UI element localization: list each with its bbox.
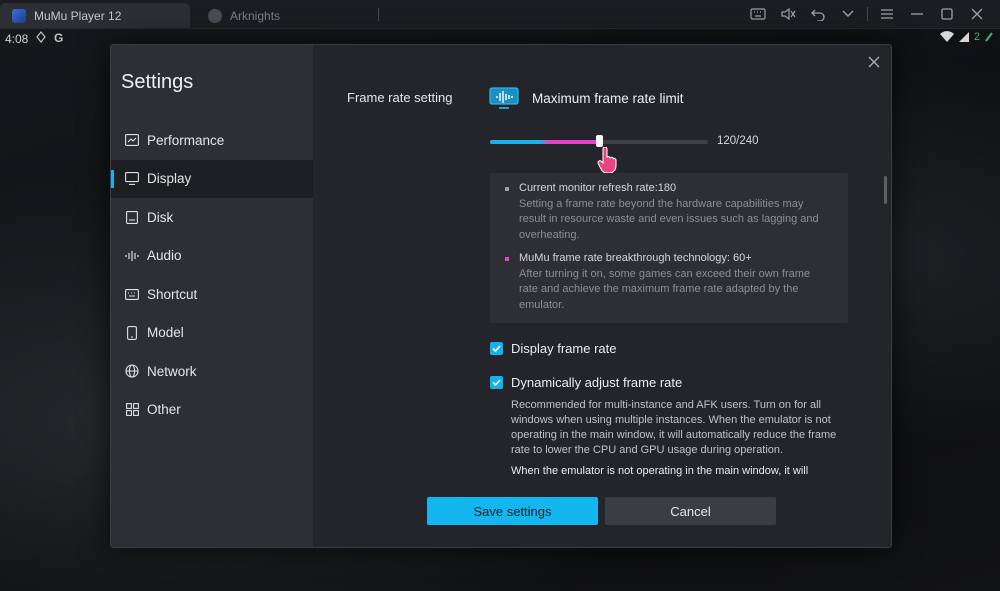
keyboard-icon — [125, 287, 139, 301]
tab-arknights[interactable]: Arknights — [196, 3, 376, 28]
max-frame-rate-title: Maximum frame rate limit — [532, 91, 684, 106]
bullet — [505, 187, 509, 191]
menu-icon[interactable] — [872, 4, 902, 24]
settings-sidebar: Settings Performance Display Disk Audio … — [111, 45, 313, 547]
bullet — [505, 257, 509, 261]
title-bar: MuMu Player 12 Arknights — [0, 0, 1000, 29]
sidebar-item-label: Audio — [147, 248, 182, 264]
info-item-refresh-rate: Current monitor refresh rate:180 Setting… — [505, 181, 820, 243]
sidebar-item-label: Performance — [147, 132, 225, 148]
sidebar-item-label: Model — [147, 325, 184, 341]
dynamic-frame-rate-checkbox[interactable] — [490, 376, 503, 389]
sidebar-item-label: Other — [147, 402, 181, 418]
close-icon[interactable] — [962, 4, 992, 24]
mute-icon[interactable] — [773, 4, 803, 24]
sidebar-item-network[interactable]: Network — [111, 352, 313, 391]
cancel-button[interactable]: Cancel — [605, 497, 776, 525]
tab-mumu-player[interactable]: MuMu Player 12 — [0, 3, 190, 28]
tab-label: MuMu Player 12 — [34, 8, 122, 23]
sidebar-item-shortcut[interactable]: Shortcut — [111, 275, 313, 314]
google-icon: G — [54, 31, 64, 45]
back-icon[interactable] — [803, 4, 833, 24]
settings-nav: Performance Display Disk Audio Shortcut … — [111, 121, 313, 429]
slider-fill — [490, 140, 599, 144]
tab-divider — [378, 8, 379, 21]
signal-icon — [958, 32, 969, 42]
frame-rate-monitor-icon — [489, 87, 519, 109]
chart-icon — [125, 133, 139, 147]
settings-dialog: Settings Performance Display Disk Audio … — [110, 44, 892, 548]
dynamic-frame-rate-label[interactable]: Dynamically adjust frame rate — [511, 375, 682, 390]
sidebar-item-performance[interactable]: Performance — [111, 121, 313, 160]
audio-wave-icon — [125, 249, 139, 263]
location-icon — [36, 31, 46, 46]
slider-handle[interactable] — [596, 135, 603, 147]
frame-rate-setting-label: Frame rate setting — [347, 90, 453, 105]
monitor-icon — [125, 172, 139, 186]
scrollbar-thumb[interactable] — [884, 176, 887, 204]
info-item-breakthrough: MuMu frame rate breakthrough technology:… — [505, 251, 820, 313]
globe-icon — [125, 364, 139, 378]
clock: 4:08 — [5, 32, 29, 46]
save-settings-button[interactable]: Save settings — [427, 497, 598, 525]
sidebar-item-disk[interactable]: Disk — [111, 198, 313, 237]
phone-icon — [125, 325, 139, 340]
frame-rate-slider[interactable] — [490, 135, 708, 147]
display-settings-panel: Frame rate setting Maximum frame rate li… — [313, 45, 891, 547]
frame-rate-value: 120/240 — [717, 135, 759, 147]
grid-icon — [125, 403, 139, 417]
sidebar-item-audio[interactable]: Audio — [111, 237, 313, 276]
sidebar-item-other[interactable]: Other — [111, 391, 313, 430]
display-frame-rate-label[interactable]: Display frame rate — [511, 341, 616, 356]
sidebar-item-label: Network — [147, 363, 197, 379]
sidebar-item-label: Disk — [147, 209, 174, 225]
hand-cursor-icon — [597, 147, 617, 174]
window-controls — [743, 4, 992, 24]
info-title: MuMu frame rate breakthrough technology:… — [519, 252, 752, 264]
info-title: Current monitor refresh rate:180 — [519, 182, 677, 194]
sidebar-item-label: Shortcut — [147, 286, 198, 302]
divider — [867, 7, 868, 21]
keyboard-icon[interactable] — [743, 4, 773, 24]
display-frame-rate-checkbox[interactable] — [490, 342, 503, 355]
dynamic-frame-rate-more: When the emulator is not operating in th… — [511, 465, 809, 477]
close-dialog-icon[interactable] — [867, 55, 881, 69]
battery-level: 2 — [973, 31, 980, 43]
disk-icon — [125, 210, 139, 224]
sidebar-item-display[interactable]: Display — [111, 159, 313, 198]
minimize-icon[interactable] — [902, 4, 932, 24]
battery-icon — [985, 32, 993, 42]
status-icons: 2 — [939, 31, 994, 43]
sidebar-item-label: Display — [147, 171, 192, 187]
dynamic-frame-rate-desc: Recommended for multi-instance and AFK u… — [511, 399, 837, 456]
dialog-title: Settings — [121, 71, 194, 93]
info-desc: After turning it on, some games can exce… — [519, 267, 811, 311]
sidebar-item-model[interactable]: Model — [111, 314, 313, 353]
arknights-icon — [208, 8, 222, 23]
mumu-logo-icon — [12, 8, 26, 23]
maximize-icon[interactable] — [932, 4, 962, 24]
frame-rate-info-box: Current monitor refresh rate:180 Setting… — [490, 173, 848, 323]
wifi-icon — [939, 31, 954, 42]
chevron-down-icon[interactable] — [833, 4, 863, 24]
tab-label: Arknights — [230, 8, 281, 23]
info-desc: Setting a frame rate beyond the hardware… — [519, 197, 819, 241]
